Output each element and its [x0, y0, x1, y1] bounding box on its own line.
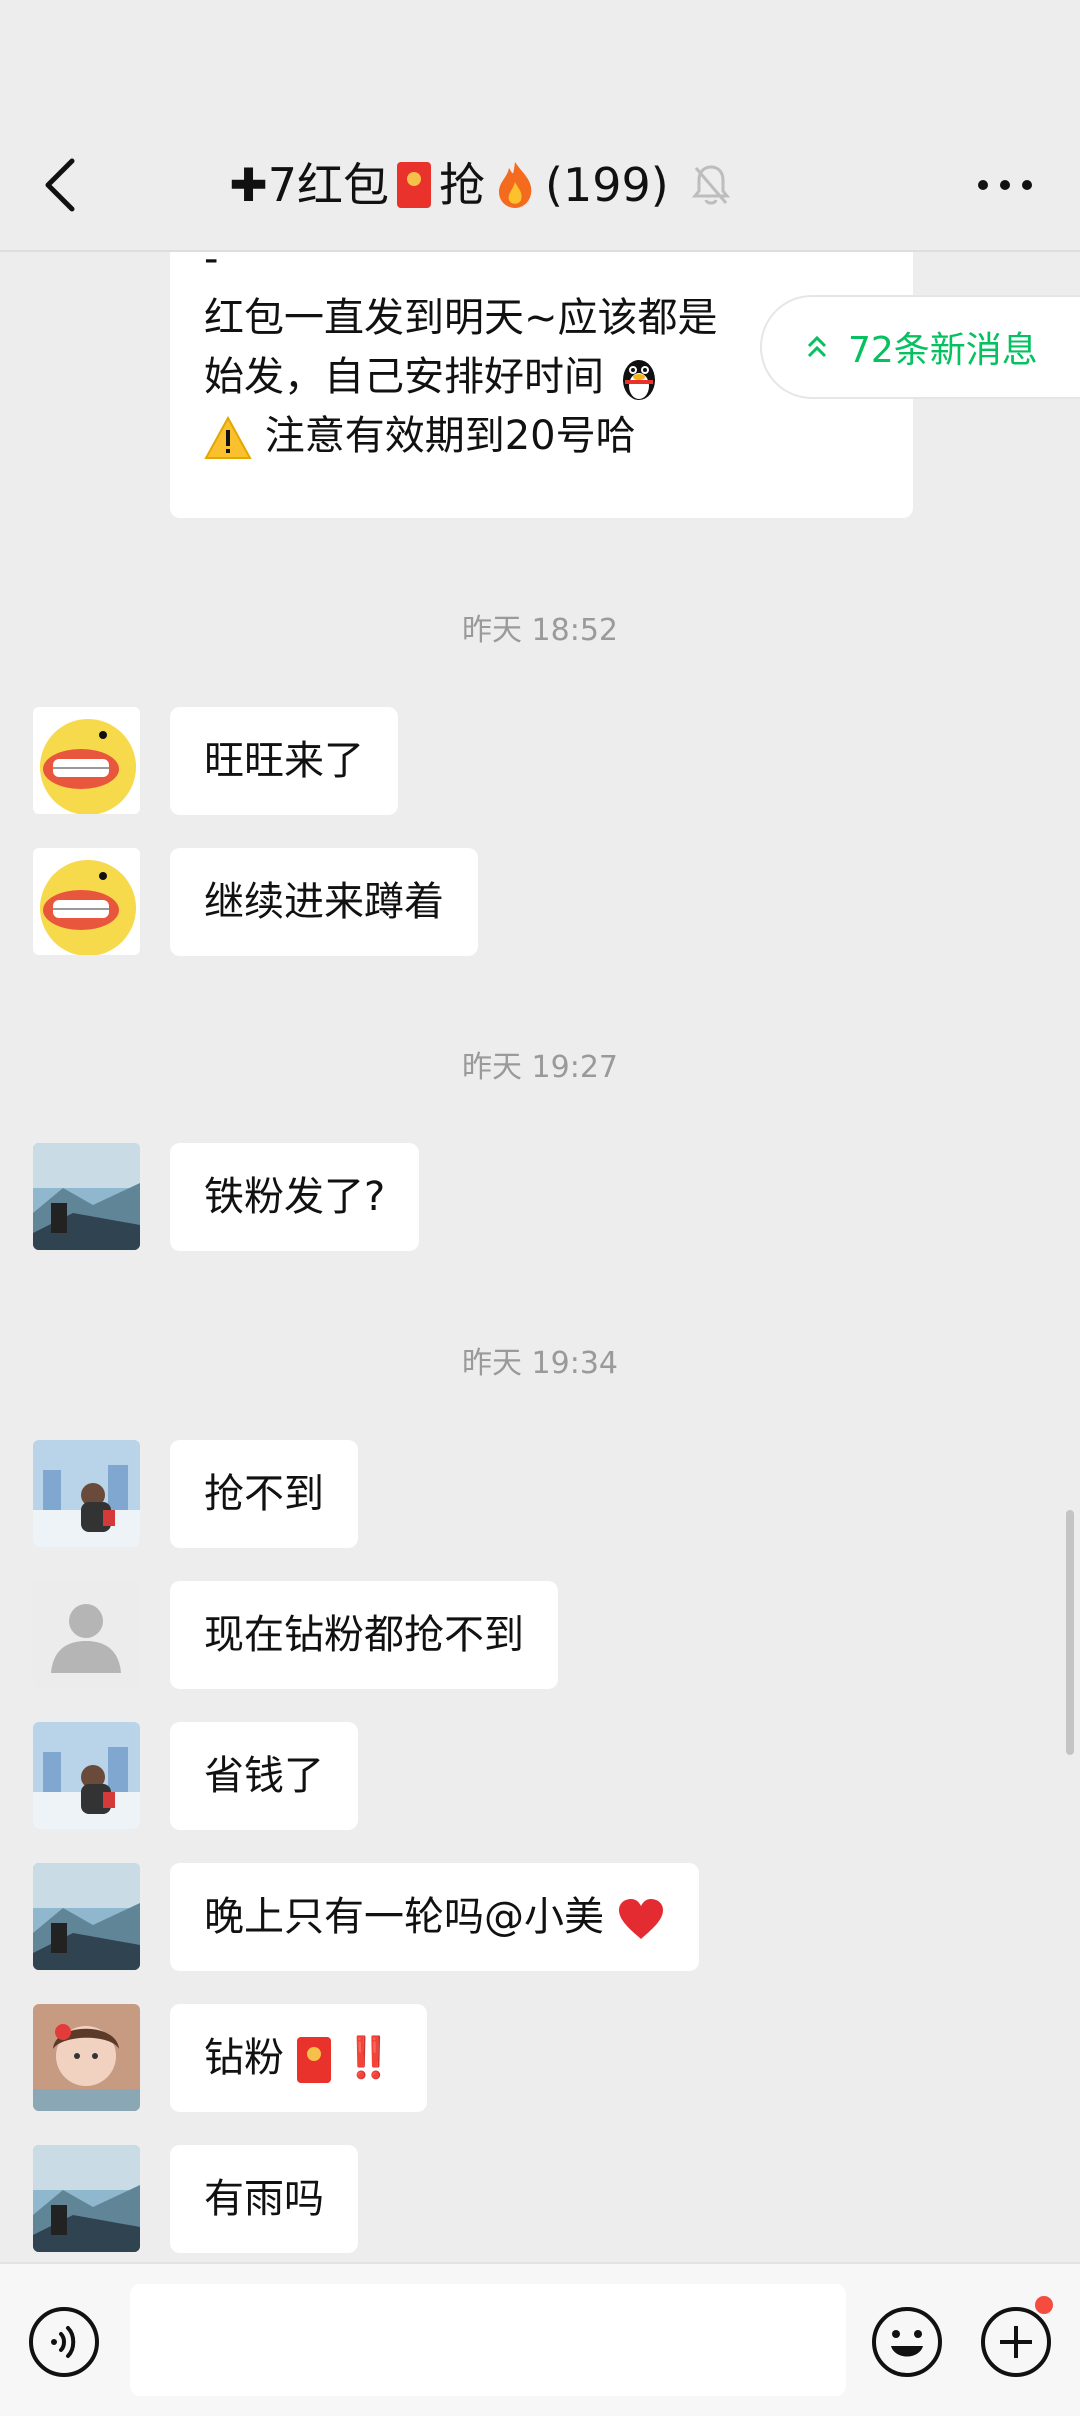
message-line: - [204, 250, 219, 282]
input-bar [0, 2262, 1080, 2416]
message-bubble[interactable]: 旺旺来了 [170, 707, 398, 815]
double-exclamation-icon: ‼️ [343, 2035, 394, 2081]
fire-icon [499, 162, 532, 208]
default-person-avatar-icon [33, 1581, 140, 1688]
message-line: 注意有效期到20号哈 [264, 413, 636, 459]
double-chevron-up-icon [807, 335, 827, 358]
message-input[interactable] [130, 2284, 846, 2396]
message-text: 晚上只有一轮吗@小美 [204, 1894, 604, 1940]
message-line: 始发，自己安排好时间 [204, 354, 604, 400]
message-bubble[interactable]: 铁粉发了? [170, 1143, 420, 1251]
avatar[interactable] [33, 2145, 140, 2252]
avatar[interactable] [33, 1581, 140, 1688]
timestamp: 昨天 18:52 [462, 613, 618, 648]
scrollbar[interactable] [1066, 1510, 1074, 1755]
message-bubble[interactable]: 有雨吗 [170, 2145, 358, 2253]
mountain-avatar-icon [33, 1863, 140, 1970]
new-messages-button[interactable]: 72条新消息 [760, 295, 1080, 399]
mute-bell-icon [691, 165, 730, 205]
avatar[interactable] [33, 707, 140, 814]
message-bubble[interactable]: 继续进来蹲着 [170, 848, 478, 956]
red-envelope-icon [296, 2037, 331, 2083]
avatar[interactable] [33, 1440, 140, 1547]
penguin-icon [622, 360, 655, 400]
chat-title: ✚7红包 抢 (199) [180, 155, 780, 215]
message-bubble[interactable]: 现在钻粉都抢不到 [170, 1581, 558, 1689]
message-bubble[interactable]: 省钱了 [170, 1722, 358, 1830]
more-options-icon[interactable] [975, 170, 1035, 200]
heart-icon [618, 1899, 663, 1939]
avatar[interactable] [33, 1863, 140, 1970]
mountain-avatar-icon [33, 2145, 140, 2252]
chat-header: ✚7红包 抢 (199) [0, 0, 1080, 252]
title-prefix: ✚7红包 [229, 158, 390, 212]
emoji-picker-icon[interactable] [871, 2306, 943, 2378]
avatar[interactable] [33, 2004, 140, 2111]
title-suffix: (199) [545, 158, 669, 212]
red-envelope-icon [397, 162, 432, 208]
warning-icon [204, 416, 252, 459]
avatar[interactable] [33, 1722, 140, 1829]
message-line-with-emoji: 注意有效期到20号哈 [204, 407, 879, 466]
title-middle: 抢 [439, 158, 486, 212]
message-text: 钻粉 [204, 2035, 284, 2081]
timestamp: 昨天 19:34 [462, 1346, 618, 1381]
more-functions-plus-icon[interactable] [980, 2306, 1052, 2378]
message-bubble[interactable]: 抢不到 [170, 1440, 358, 1548]
snow-castle-avatar-icon [33, 1722, 140, 1829]
timestamp: 昨天 19:27 [462, 1050, 618, 1085]
girl-avatar-icon [33, 2004, 140, 2111]
back-arrow-icon[interactable] [38, 155, 82, 215]
snow-castle-avatar-icon [33, 1440, 140, 1547]
notification-dot [1035, 2296, 1053, 2314]
avatar[interactable] [33, 1143, 140, 1250]
message-bubble[interactable]: 晚上只有一轮吗@小美 [170, 1863, 699, 1971]
new-messages-label: 72条新消息 [848, 330, 1038, 371]
mountain-avatar-icon [33, 1143, 140, 1250]
message-bubble[interactable]: 钻粉 ‼️ [170, 2004, 428, 2112]
duck-avatar-icon [33, 707, 140, 814]
message-list[interactable]: - 红包一直发到明天~应该都是 始发，自己安排好时间 注意有效期到20号哈 昨天… [0, 250, 1080, 2262]
avatar[interactable] [33, 848, 140, 955]
duck-avatar-icon [33, 848, 140, 955]
voice-input-icon[interactable] [28, 2306, 100, 2378]
